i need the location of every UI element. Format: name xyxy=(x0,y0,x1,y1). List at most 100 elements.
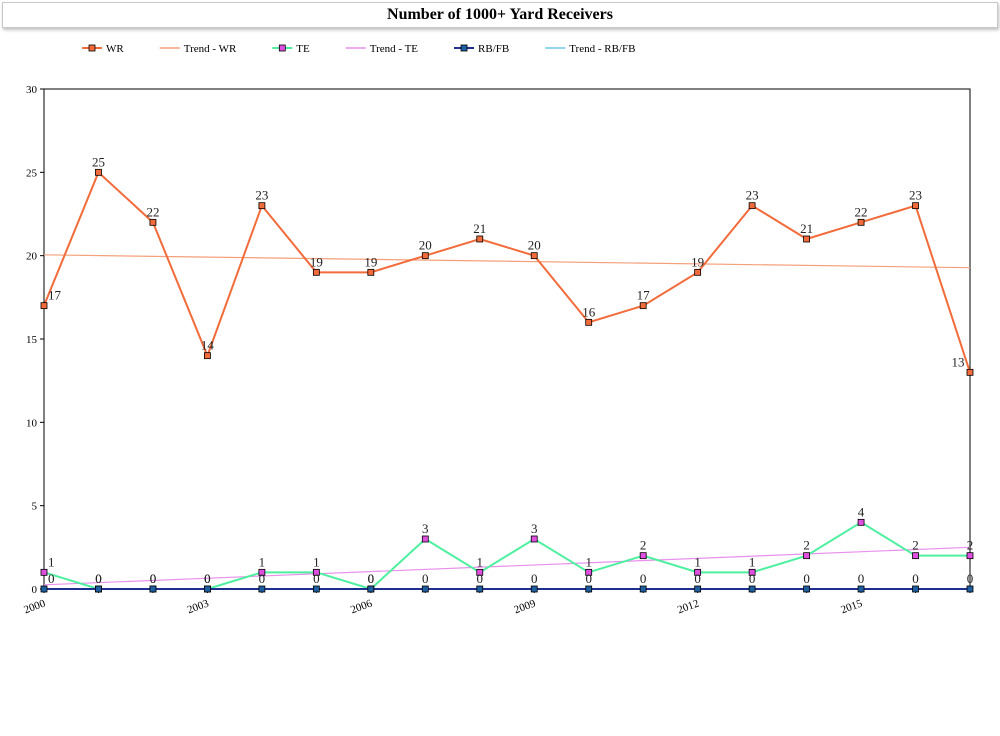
data-point-rb xyxy=(966,585,974,593)
line-chart: 0510152025302000 2003 2006 2009 2012 20151725… xyxy=(22,43,974,617)
data-label-rb: 0 xyxy=(912,571,919,586)
data-label-wr: 21 xyxy=(800,221,813,236)
data-point-rb xyxy=(476,585,484,593)
data-label-rb: 0 xyxy=(640,571,647,586)
data-label-wr: 19 xyxy=(364,254,377,269)
data-label-rb: 0 xyxy=(477,571,484,586)
x-tick-label: 2009 xyxy=(512,597,537,616)
x-tick-label: 2015 xyxy=(839,597,864,616)
data-label-rb: 0 xyxy=(313,571,320,586)
legend-label: Trend - WR xyxy=(184,43,237,55)
data-label-rb: 0 xyxy=(368,571,375,586)
x-tick-label: 2000 xyxy=(22,597,47,616)
data-point-wr xyxy=(694,268,702,276)
x-tick-label: 2012 xyxy=(676,598,701,617)
data-point-wr xyxy=(585,318,593,326)
data-point-rb xyxy=(312,585,320,593)
data-point-wr xyxy=(421,252,429,260)
data-label-te: 2 xyxy=(912,538,919,553)
plot-area xyxy=(43,88,971,590)
data-point-te xyxy=(857,518,865,526)
data-point-rb xyxy=(421,585,429,593)
data-label-wr: 14 xyxy=(201,338,215,353)
legend-label: Trend - TE xyxy=(370,43,419,55)
data-label-wr: 17 xyxy=(637,288,651,303)
data-point-rb xyxy=(204,585,211,593)
data-point-rb xyxy=(639,585,647,593)
data-label-te: 1 xyxy=(313,554,320,569)
data-label-rb: 0 xyxy=(95,571,102,586)
data-point-rb xyxy=(149,585,157,593)
data-point-rb xyxy=(585,585,593,593)
data-label-rb: 0 xyxy=(858,571,865,586)
data-label-wr: 17 xyxy=(48,288,62,303)
data-label-wr: 21 xyxy=(473,221,486,236)
data-label-te: 1 xyxy=(694,554,701,569)
legend-label: TE xyxy=(296,43,310,55)
data-point-wr xyxy=(476,235,484,243)
data-label-te: 2 xyxy=(803,538,810,553)
data-label-wr: 13 xyxy=(952,354,965,369)
data-point-wr xyxy=(367,268,375,276)
data-label-wr: 19 xyxy=(310,254,323,269)
data-point-rb xyxy=(857,585,865,593)
data-point-rb xyxy=(40,585,48,593)
y-tick-label: 20 xyxy=(26,251,38,263)
data-label-te: 2 xyxy=(640,538,647,553)
data-label-rb: 0 xyxy=(204,571,211,586)
data-label-te: 1 xyxy=(259,554,266,569)
y-tick-label: 10 xyxy=(26,417,38,429)
y-tick-label: 15 xyxy=(26,334,38,346)
data-label-wr: 22 xyxy=(146,204,159,219)
data-point-te xyxy=(639,552,647,560)
data-label-rb: 0 xyxy=(150,571,157,586)
data-label-wr: 25 xyxy=(92,154,105,169)
data-point-rb xyxy=(748,585,756,593)
legend-label: WR xyxy=(106,43,124,55)
data-point-rb xyxy=(258,585,266,593)
data-label-wr: 16 xyxy=(582,304,596,319)
data-label-te: 4 xyxy=(858,504,865,519)
data-label-te: 3 xyxy=(531,521,538,536)
data-label-wr: 19 xyxy=(691,254,704,269)
series-line-wr xyxy=(43,170,971,373)
y-tick-label: 5 xyxy=(32,501,38,513)
data-label-rb: 0 xyxy=(422,571,429,586)
y-tick-label: 30 xyxy=(26,84,38,96)
data-label-te: 1 xyxy=(48,554,55,569)
data-point-wr xyxy=(204,352,211,360)
data-point-te xyxy=(530,535,538,543)
data-point-rb xyxy=(367,585,375,593)
legend-swatch-marker xyxy=(278,44,286,52)
data-label-te: 1 xyxy=(585,554,592,569)
data-label-te: 1 xyxy=(749,554,756,569)
data-label-rb: 0 xyxy=(531,571,538,586)
legend-swatch-marker xyxy=(88,44,96,52)
data-point-wr xyxy=(530,252,538,260)
x-tick-label: 2003 xyxy=(186,597,211,616)
data-point-te xyxy=(912,552,919,560)
data-point-rb xyxy=(803,585,810,593)
legend-label: RB/FB xyxy=(478,43,509,55)
data-label-te: 2 xyxy=(967,538,974,553)
data-label-rb: 0 xyxy=(749,571,756,586)
data-point-rb xyxy=(912,585,919,593)
data-label-wr: 23 xyxy=(746,188,759,203)
data-point-te xyxy=(966,552,974,560)
data-label-wr: 22 xyxy=(855,204,868,219)
data-label-rb: 0 xyxy=(585,571,592,586)
data-point-wr xyxy=(912,202,919,210)
data-point-te xyxy=(40,568,48,576)
trend-line-te xyxy=(43,546,971,586)
data-point-wr xyxy=(639,302,647,310)
data-label-rb: 0 xyxy=(694,571,701,586)
data-label-wr: 23 xyxy=(909,188,922,203)
y-tick-label: 25 xyxy=(26,167,38,179)
data-label-rb: 0 xyxy=(259,571,266,586)
data-point-wr xyxy=(95,168,102,176)
y-tick-label: 0 xyxy=(32,584,38,596)
data-label-rb: 0 xyxy=(967,571,974,586)
data-label-rb: 0 xyxy=(803,571,810,586)
data-point-wr xyxy=(748,202,756,210)
legend-swatch-marker xyxy=(460,44,468,52)
